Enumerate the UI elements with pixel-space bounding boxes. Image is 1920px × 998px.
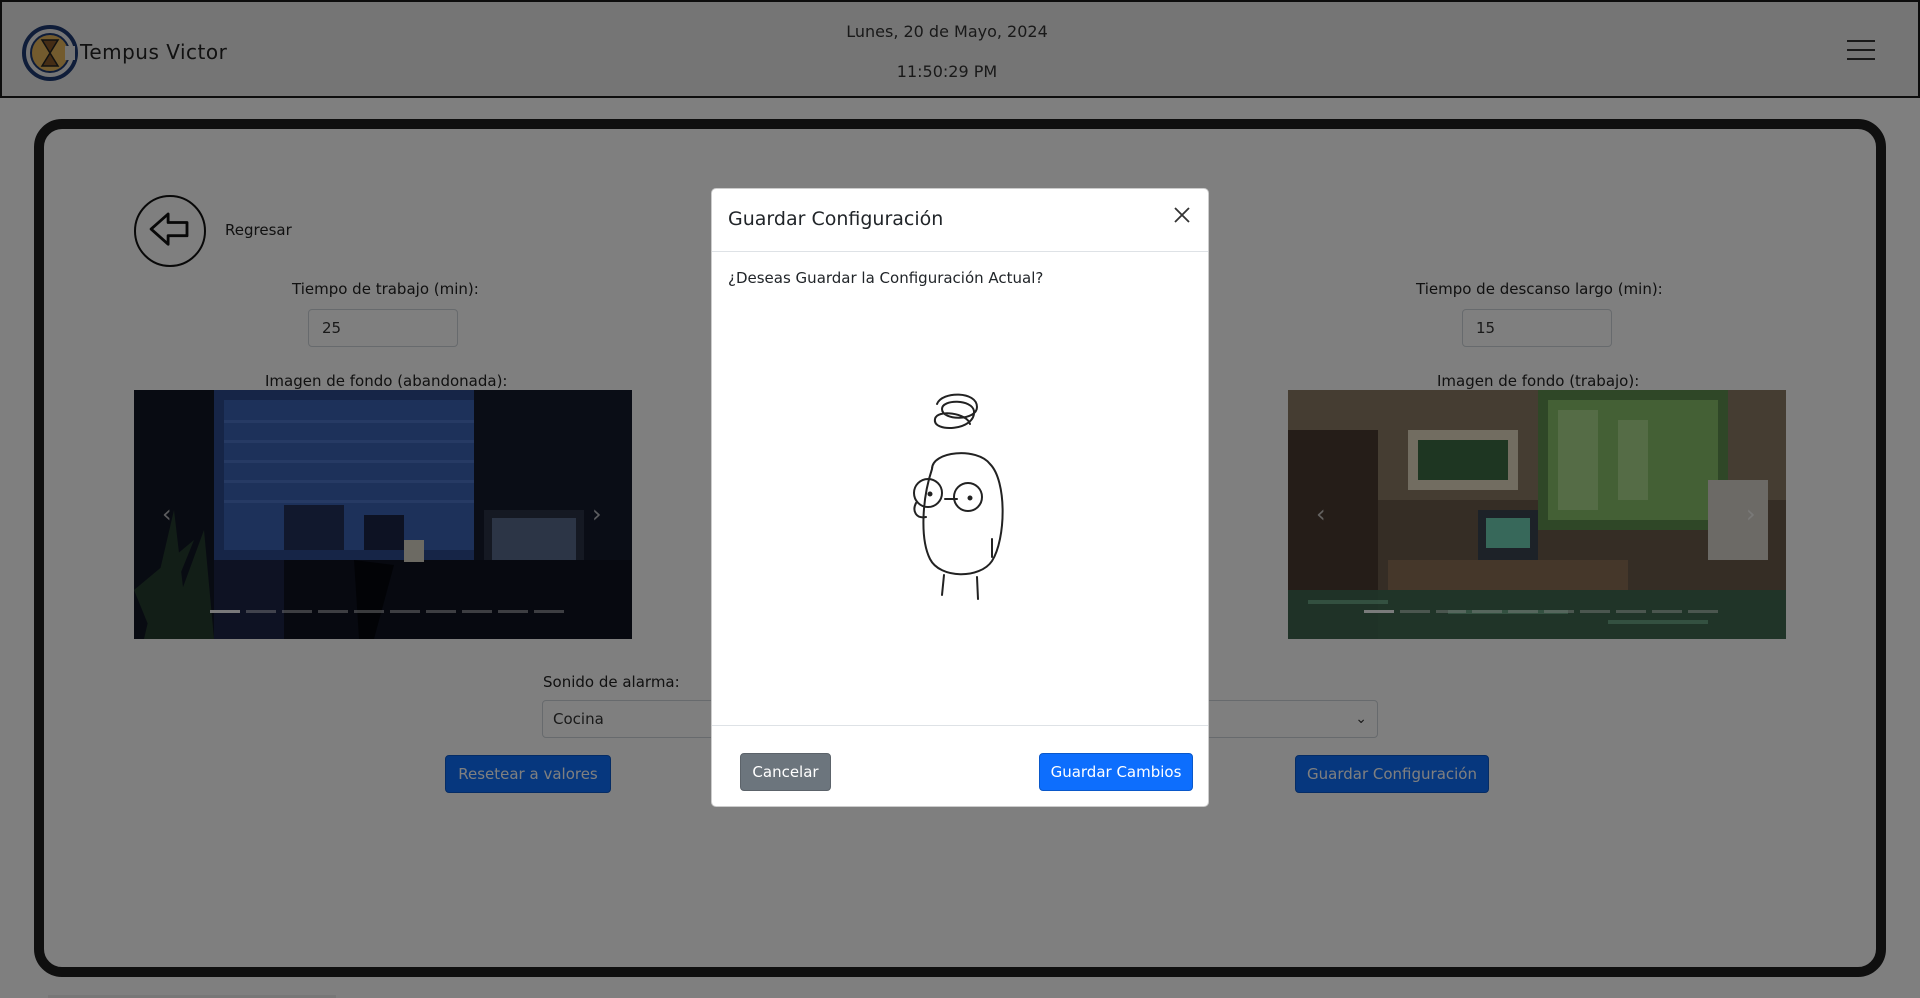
close-icon[interactable]	[1170, 203, 1194, 227]
cancel-button[interactable]: Cancelar	[740, 753, 831, 791]
modal-header: Guardar Configuración	[712, 189, 1208, 252]
confused-character-illustration	[913, 393, 1004, 600]
save-changes-button[interactable]: Guardar Cambios	[1039, 753, 1193, 791]
modal-message: ¿Deseas Guardar la Configuración Actual?	[728, 269, 1044, 287]
modal-title: Guardar Configuración	[728, 208, 944, 230]
modal-footer: Cancelar Guardar Cambios	[712, 725, 1208, 808]
save-config-modal: Guardar Configuración ¿Deseas Guardar la…	[711, 188, 1209, 807]
